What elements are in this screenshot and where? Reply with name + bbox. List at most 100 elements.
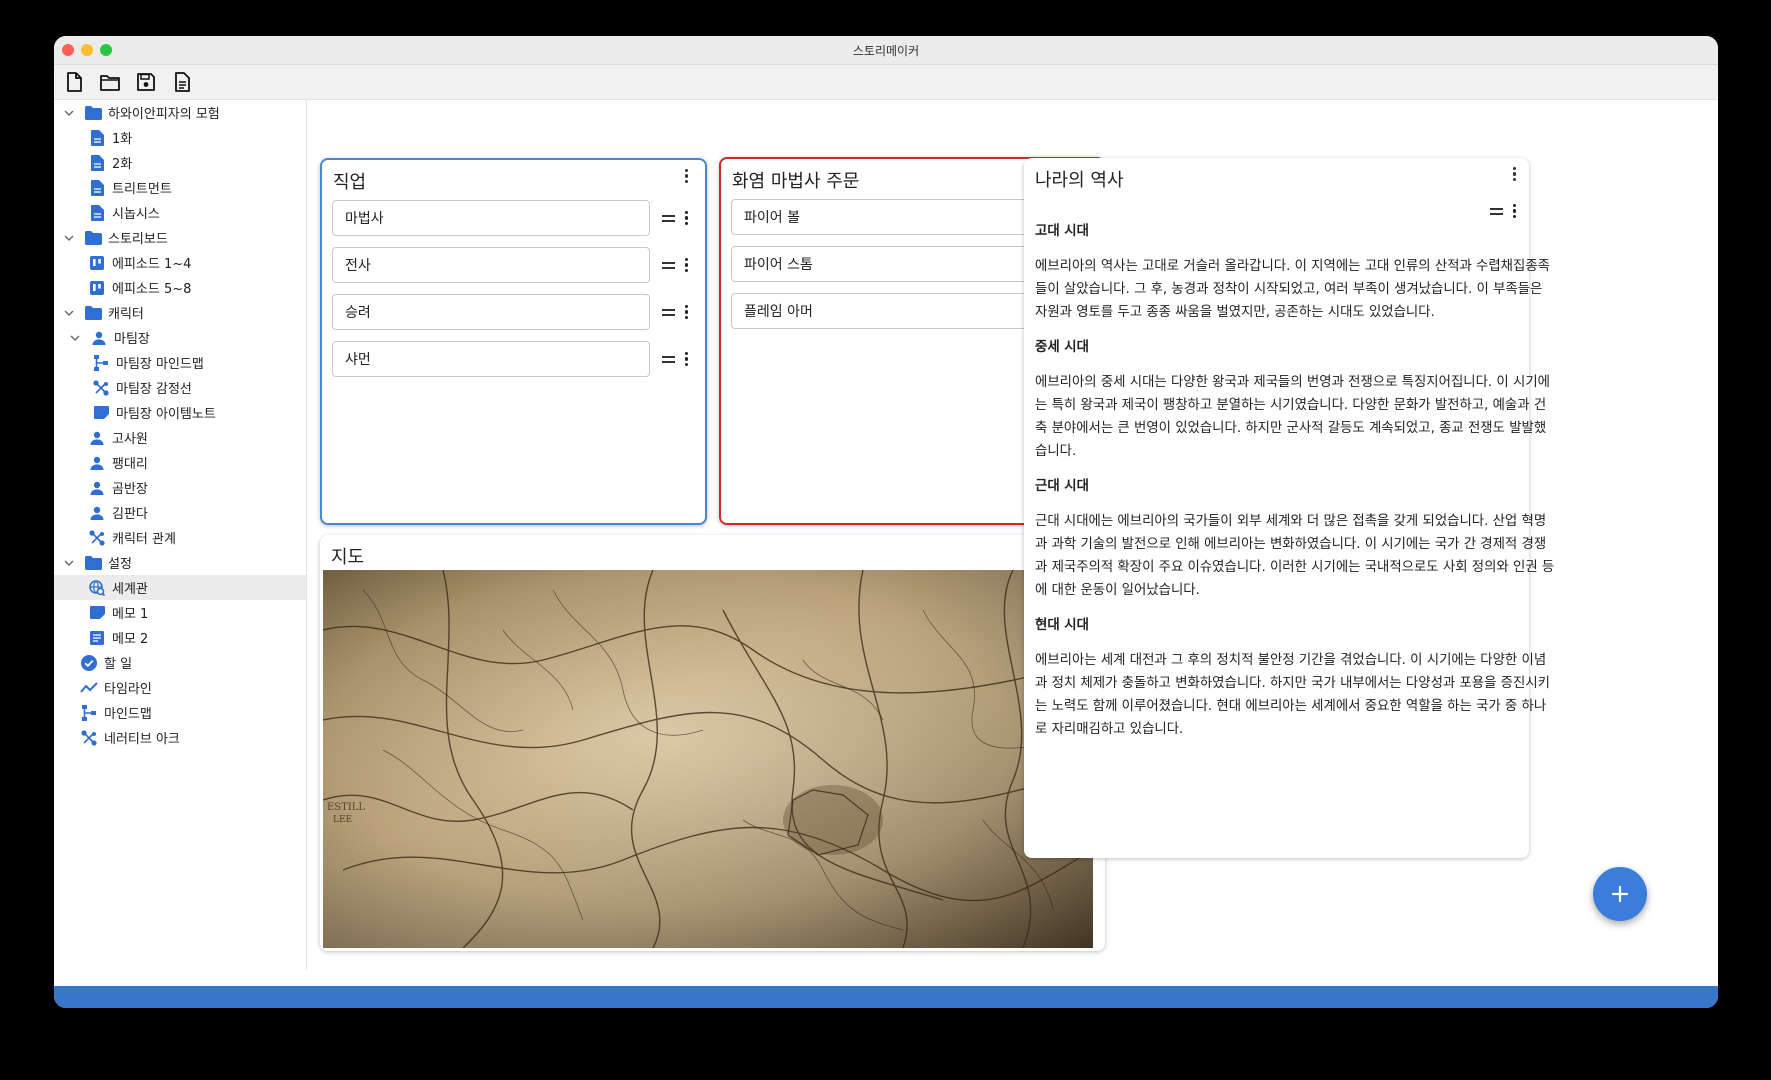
list-item-field[interactable]: 전사 xyxy=(332,247,650,283)
list-item-field[interactable]: 파이어 볼 xyxy=(731,199,1049,235)
sidebar-item[interactable]: 곰반장 xyxy=(54,475,306,500)
sidebar-item[interactable]: 마팀장 감정선 xyxy=(54,375,306,400)
item-menu-button[interactable] xyxy=(1511,202,1518,220)
drag-handle-icon[interactable] xyxy=(662,308,675,316)
item-menu-button[interactable] xyxy=(683,209,690,227)
sidebar-item[interactable]: 에피소드 1~4 xyxy=(54,250,306,275)
sidebar-item-label: 설정 xyxy=(108,557,132,572)
main-canvas: 직업 마법사 전사 승려 샤먼 화염 마법사 주문 파이어 볼 파이어 스톰 플레임 아머… xyxy=(307,100,1718,970)
status-bar xyxy=(54,986,1718,1008)
close-window-button[interactable] xyxy=(62,44,74,56)
list-item-field[interactable]: 샤먼 xyxy=(332,341,650,377)
sidebar-item-label: 트리트먼트 xyxy=(112,182,172,197)
history-text-block[interactable]: 고대 시대 에브리아의 역사는 고대로 거슬러 올라갑니다. 이 지역에는 고대 … xyxy=(1035,220,1555,753)
panel-menu-button[interactable] xyxy=(1511,165,1518,183)
document-icon xyxy=(175,72,190,92)
person-icon xyxy=(90,329,108,347)
list-item-text: 파이어 스톰 xyxy=(744,257,813,273)
sidebar-item[interactable]: 2화 xyxy=(54,150,306,175)
sidebar-item[interactable]: 마팀장 xyxy=(54,325,306,350)
list-item: 마법사 xyxy=(332,199,690,237)
folder-icon xyxy=(84,104,102,122)
sidebar-item-label: 마인드맵 xyxy=(104,707,152,722)
timeline-icon xyxy=(80,679,98,697)
map-panel[interactable]: 지도 ESTILL LEE xyxy=(320,535,1105,951)
sidebar-item[interactable]: 마팀장 아이템노트 xyxy=(54,400,306,425)
minimize-window-button[interactable] xyxy=(81,44,93,56)
person-icon xyxy=(88,479,106,497)
sidebar-item[interactable]: 마인드맵 xyxy=(54,700,306,725)
new-file-button[interactable] xyxy=(64,72,84,92)
chevron-down-icon[interactable] xyxy=(62,306,76,320)
chevron-down-icon[interactable] xyxy=(62,106,76,120)
sidebar-item[interactable]: 네러티브 아크 xyxy=(54,725,306,750)
sidebar-item-label: 팽대리 xyxy=(112,457,148,472)
list-item-field[interactable]: 마법사 xyxy=(332,200,650,236)
chevron-down-icon[interactable] xyxy=(62,556,76,570)
document-icon xyxy=(88,204,106,222)
sidebar-item-label: 마팀장 xyxy=(114,332,150,347)
svg-text:LEE: LEE xyxy=(333,815,352,825)
list-item-field[interactable]: 승려 xyxy=(332,294,650,330)
drag-handle-icon[interactable] xyxy=(662,214,675,222)
map-image: ESTILL LEE xyxy=(323,570,1093,948)
sidebar-item[interactable]: 타임라인 xyxy=(54,675,306,700)
panel-menu-button[interactable] xyxy=(683,167,690,185)
sidebar-item[interactable]: 메모 2 xyxy=(54,625,306,650)
kanban-icon xyxy=(88,254,106,272)
sidebar-item[interactable]: 1화 xyxy=(54,125,306,150)
sidebar-item[interactable]: 마팀장 마인드맵 xyxy=(54,350,306,375)
sidebar-item[interactable]: 트리트먼트 xyxy=(54,175,306,200)
sidebar-item[interactable]: 스토리보드 xyxy=(54,225,306,250)
mindmap-icon xyxy=(80,704,98,722)
item-menu-button[interactable] xyxy=(683,350,690,368)
sidebar-item-label: 마팀장 감정선 xyxy=(116,382,192,397)
toolbar xyxy=(54,65,1718,100)
sidebar-item[interactable]: 시놉시스 xyxy=(54,200,306,225)
nation-history-panel[interactable]: 나라의 역사 고대 시대 에브리아의 역사는 고대로 거슬러 올라갑니다. 이 지역… xyxy=(1024,158,1554,858)
sidebar-item-label: 캐릭터 관계 xyxy=(112,532,176,547)
sidebar-item[interactable]: 설정 xyxy=(54,550,306,575)
memo-icon xyxy=(88,629,106,647)
window-controls xyxy=(62,44,112,56)
list-item-field[interactable]: 파이어 스톰 xyxy=(731,246,1049,282)
save-button[interactable] xyxy=(136,72,156,92)
item-menu-button[interactable] xyxy=(683,256,690,274)
sidebar-item[interactable]: 캐릭터 xyxy=(54,300,306,325)
sidebar-item[interactable]: 세계관 xyxy=(54,575,306,600)
world-icon xyxy=(88,579,106,597)
note-icon xyxy=(92,404,110,422)
drag-handle-icon[interactable] xyxy=(662,261,675,269)
add-button[interactable] xyxy=(1593,867,1647,921)
zoom-window-button[interactable] xyxy=(100,44,112,56)
list-item-text: 샤먼 xyxy=(345,352,371,368)
open-folder-button[interactable] xyxy=(100,72,120,92)
sidebar-item[interactable]: 메모 1 xyxy=(54,600,306,625)
document-button[interactable] xyxy=(172,72,192,92)
list-item-field[interactable]: 플레임 아머 xyxy=(731,293,1049,329)
sidebar-item-label: 스토리보드 xyxy=(108,232,168,247)
sidebar-item[interactable]: 에피소드 5~8 xyxy=(54,275,306,300)
chevron-down-icon[interactable] xyxy=(62,231,76,245)
window-title: 스토리메이커 xyxy=(852,43,920,58)
sidebar-item[interactable]: 캐릭터 관계 xyxy=(54,525,306,550)
section-body: 에브리아는 세계 대전과 그 후의 정치적 불안정 기간을 겪었습니다. 이 시… xyxy=(1035,653,1550,737)
sidebar-item-label: 고사원 xyxy=(112,432,148,447)
list-item-text: 플레임 아머 xyxy=(744,304,813,320)
drag-handle-icon[interactable] xyxy=(1490,207,1503,215)
item-menu-button[interactable] xyxy=(683,303,690,321)
arc-icon xyxy=(92,379,110,397)
chevron-down-icon[interactable] xyxy=(68,331,82,345)
sidebar-item[interactable]: 김판다 xyxy=(54,500,306,525)
document-icon xyxy=(88,154,106,172)
sidebar-item-label: 마팀장 마인드맵 xyxy=(116,357,204,372)
sidebar-item-label: 곰반장 xyxy=(112,482,148,497)
drag-handle-icon[interactable] xyxy=(662,355,675,363)
sidebar-item[interactable]: 팽대리 xyxy=(54,450,306,475)
sidebar-item[interactable]: 하와이안피자의 모험 xyxy=(54,100,306,125)
sidebar-item[interactable]: 고사원 xyxy=(54,425,306,450)
jobs-panel[interactable]: 직업 마법사 전사 승려 샤먼 xyxy=(320,158,707,525)
sidebar-item-label: 2화 xyxy=(112,157,133,172)
person-icon xyxy=(88,429,106,447)
sidebar-item[interactable]: 할 일 xyxy=(54,650,306,675)
